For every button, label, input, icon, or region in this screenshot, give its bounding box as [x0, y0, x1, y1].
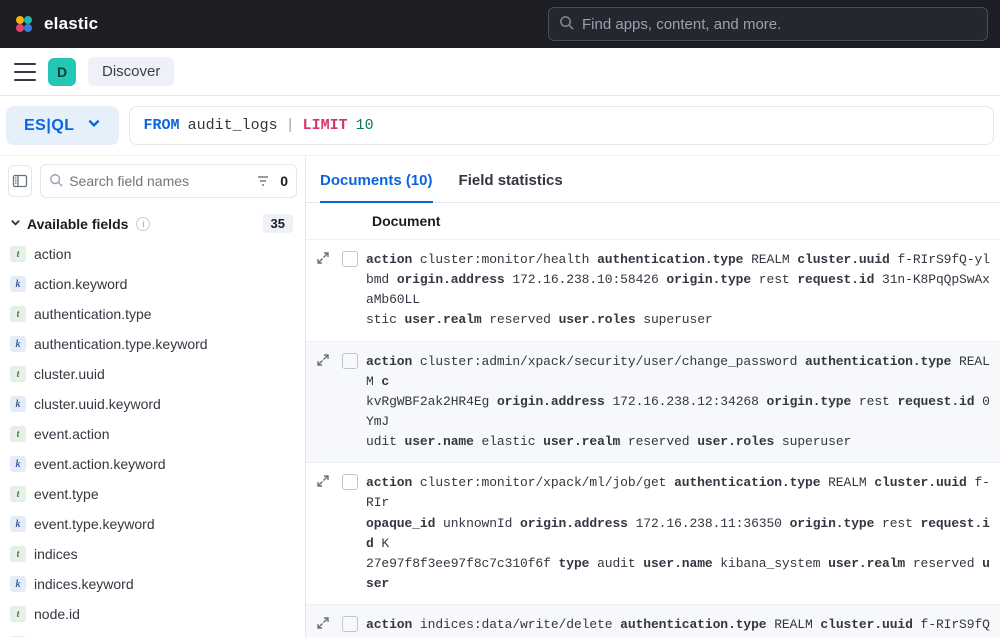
field-type-badge: t	[10, 486, 26, 502]
document-row: action cluster:monitor/xpack/ml/job/get …	[306, 463, 1000, 605]
field-name: event.type	[34, 486, 99, 502]
expand-icon[interactable]	[316, 250, 334, 331]
chevron-down-icon	[10, 217, 21, 231]
field-item[interactable]: k event.type.keyword	[0, 509, 305, 539]
field-name: indices.keyword	[34, 576, 134, 592]
row-checkbox[interactable]	[342, 353, 358, 369]
documents-column-header: Document	[306, 203, 1000, 240]
fields-sidebar: 0 Available fields i 35 tactionkaction.k…	[0, 156, 306, 637]
top-header: elastic Find apps, content, and more.	[0, 0, 1000, 48]
sub-header: D Discover	[0, 48, 1000, 96]
field-name: action	[34, 246, 71, 262]
field-name: event.action	[34, 426, 110, 442]
field-type-badge: k	[10, 516, 26, 532]
field-name: indices	[34, 546, 78, 562]
available-fields-label: Available fields	[27, 216, 128, 232]
query-keyword-limit: LIMIT	[303, 117, 348, 134]
field-name: authentication.type.keyword	[34, 336, 208, 352]
document-summary[interactable]: action cluster:monitor/xpack/ml/job/get …	[366, 473, 990, 594]
expand-icon[interactable]	[316, 615, 334, 637]
field-item[interactable]: t event.type	[0, 479, 305, 509]
documents-list: action cluster:monitor/health authentica…	[306, 240, 1000, 637]
available-fields-count: 35	[263, 214, 293, 233]
query-language-label: ES|QL	[24, 117, 75, 135]
field-item[interactable]: k cluster.uuid.keyword	[0, 389, 305, 419]
available-fields-header[interactable]: Available fields i 35	[0, 206, 305, 239]
query-language-button[interactable]: ES|QL	[6, 106, 119, 145]
info-icon[interactable]: i	[136, 217, 150, 231]
query-input[interactable]: FROM audit_logs | LIMIT 10	[129, 106, 994, 145]
row-checkbox[interactable]	[342, 251, 358, 267]
expand-icon[interactable]	[316, 473, 334, 594]
tab-documents[interactable]: Documents (10)	[320, 166, 433, 203]
global-search-placeholder: Find apps, content, and more.	[582, 16, 781, 33]
field-type-badge: t	[10, 366, 26, 382]
field-list: tactionkaction.keywordtauthentication.ty…	[0, 239, 305, 637]
document-row: action cluster:admin/xpack/security/user…	[306, 342, 1000, 464]
field-type-badge: k	[10, 396, 26, 412]
tab-field-statistics[interactable]: Field statistics	[459, 166, 563, 202]
field-item[interactable]: k action.keyword	[0, 269, 305, 299]
field-type-badge: t	[10, 246, 26, 262]
field-item[interactable]: k indices.keyword	[0, 569, 305, 599]
expand-icon[interactable]	[316, 352, 334, 453]
field-search[interactable]: 0	[40, 164, 297, 198]
field-item[interactable]: k event.action.keyword	[0, 449, 305, 479]
sidebar-toggle-button[interactable]	[8, 165, 32, 197]
query-table: audit_logs	[188, 117, 278, 134]
space-avatar[interactable]: D	[48, 58, 76, 86]
field-name: action.keyword	[34, 276, 127, 292]
query-limit-value: 10	[356, 117, 374, 134]
field-type-badge: t	[10, 426, 26, 442]
field-name: event.action.keyword	[34, 456, 166, 472]
field-item[interactable]: t event.action	[0, 419, 305, 449]
field-item[interactable]: knode.id.keyword	[0, 629, 305, 637]
field-type-badge: k	[10, 336, 26, 352]
query-keyword-from: FROM	[144, 117, 180, 134]
brand-name: elastic	[44, 14, 98, 34]
filter-settings-icon[interactable]	[256, 173, 270, 190]
app-name-chip[interactable]: Discover	[88, 57, 174, 86]
field-item[interactable]: taction	[0, 239, 305, 269]
field-type-badge: t	[10, 546, 26, 562]
results-tabs: Documents (10) Field statistics	[306, 156, 1000, 203]
chevron-down-icon	[87, 116, 101, 135]
elastic-logo-icon	[12, 12, 36, 36]
global-search[interactable]: Find apps, content, and more.	[548, 7, 988, 41]
field-item[interactable]: t authentication.type	[0, 299, 305, 329]
document-summary[interactable]: action cluster:admin/xpack/security/user…	[366, 352, 990, 453]
field-name: cluster.uuid	[34, 366, 105, 382]
document-summary[interactable]: action indices:data/write/delete authent…	[366, 615, 990, 637]
field-type-badge: t	[10, 606, 26, 622]
field-name: event.type.keyword	[34, 516, 155, 532]
field-item[interactable]: t indices	[0, 539, 305, 569]
field-type-badge: k	[10, 456, 26, 472]
field-filter-count: 0	[280, 173, 288, 189]
results-panel: Documents (10) Field statistics Document…	[306, 156, 1000, 637]
query-bar: ES|QL FROM audit_logs | LIMIT 10	[0, 96, 1000, 156]
field-search-input[interactable]	[69, 173, 250, 189]
field-item[interactable]: t node.id	[0, 599, 305, 629]
search-icon	[49, 173, 63, 190]
field-type-badge: k	[10, 576, 26, 592]
field-name: authentication.type	[34, 306, 152, 322]
field-type-badge: t	[10, 306, 26, 322]
field-type-badge: k	[10, 276, 26, 292]
main-content: 0 Available fields i 35 tactionkaction.k…	[0, 156, 1000, 637]
row-checkbox[interactable]	[342, 616, 358, 632]
query-pipe: |	[286, 117, 295, 134]
field-item[interactable]: k authentication.type.keyword	[0, 329, 305, 359]
row-checkbox[interactable]	[342, 474, 358, 490]
document-row: action indices:data/write/delete authent…	[306, 605, 1000, 637]
search-icon	[559, 15, 574, 33]
document-summary[interactable]: action cluster:monitor/health authentica…	[366, 250, 990, 331]
document-row: action cluster:monitor/health authentica…	[306, 240, 1000, 342]
field-item[interactable]: t cluster.uuid	[0, 359, 305, 389]
field-name: node.id	[34, 606, 80, 622]
field-name: cluster.uuid.keyword	[34, 396, 161, 412]
menu-toggle-icon[interactable]	[14, 63, 36, 81]
